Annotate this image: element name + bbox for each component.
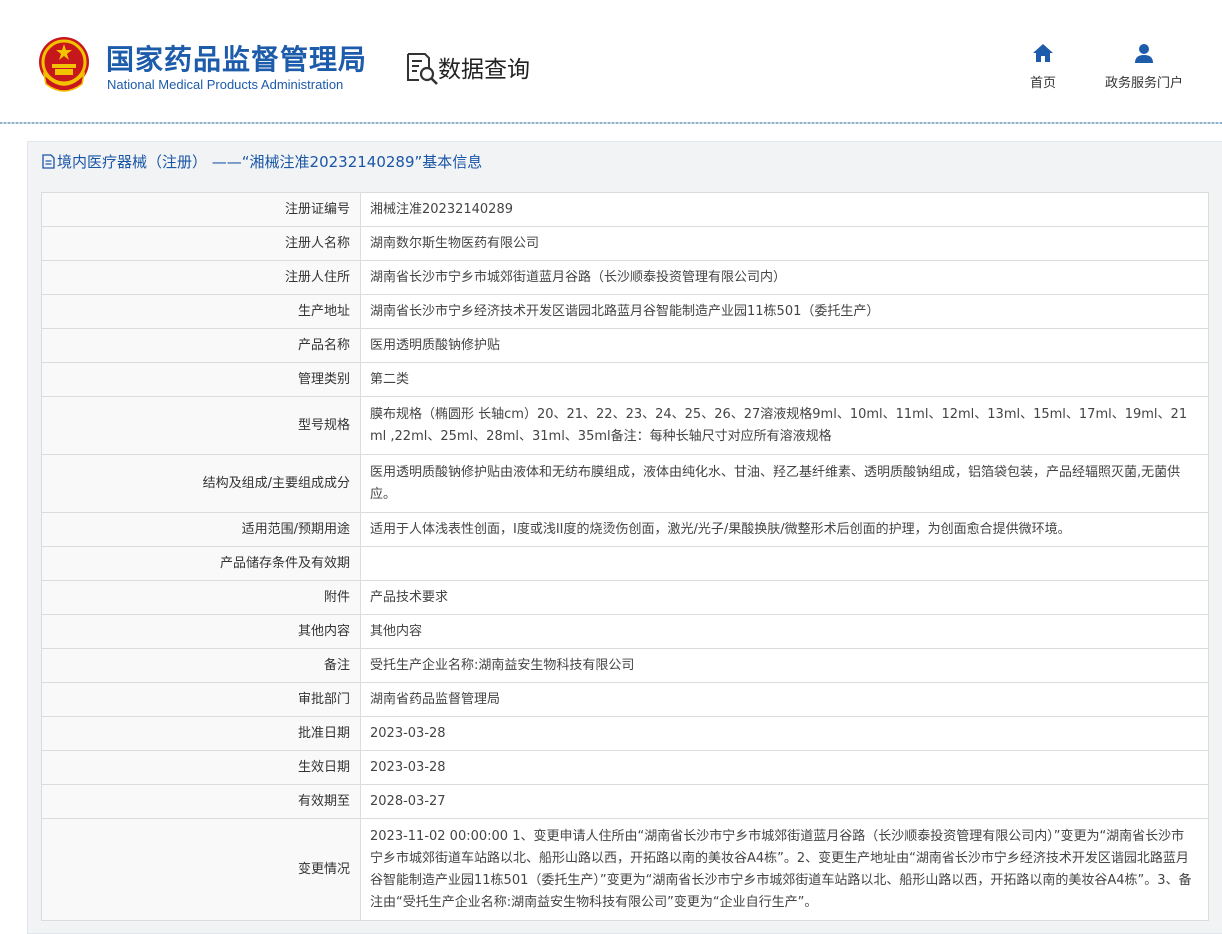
table-row: 注册人名称 湖南数尔斯生物医药有限公司: [41, 226, 1209, 261]
field-value: 受托生产企业名称:湖南益安生物科技有限公司: [360, 648, 1209, 683]
field-value: 湖南省药品监督管理局: [360, 682, 1209, 717]
nav-home[interactable]: 首页: [1024, 42, 1062, 91]
field-label: 管理类别: [41, 362, 361, 397]
table-row: 备注 受托生产企业名称:湖南益安生物科技有限公司: [41, 648, 1209, 683]
field-label: 有效期至: [41, 784, 361, 819]
data-query-icon: [407, 53, 438, 85]
field-value: 膜布规格（椭圆形 长轴cm）20、21、22、23、24、25、26、27溶液规…: [360, 396, 1209, 455]
site-header: 国家药品监督管理局 National Medical Products Admi…: [0, 0, 1222, 124]
field-value: 第二类: [360, 362, 1209, 397]
info-table: 注册证编号 湘械注准20232140289 注册人名称 湖南数尔斯生物医药有限公司 注册…: [41, 192, 1209, 921]
field-label: 适用范围/预期用途: [41, 512, 361, 547]
table-row: 型号规格 膜布规格（椭圆形 长轴cm）20、21、22、23、24、25、26、2…: [41, 396, 1209, 455]
table-row: 其他内容 其他内容: [41, 614, 1209, 649]
field-label: 产品储存条件及有效期: [41, 546, 361, 581]
header-divider: [0, 122, 1222, 124]
table-row: 生效日期 2023-03-28: [41, 750, 1209, 785]
table-row: 结构及组成/主要组成成分 医用透明质酸钠修护贴由液体和无纺布膜组成，液体由纯化水、…: [41, 454, 1209, 513]
field-value: 医用透明质酸钠修护贴: [360, 328, 1209, 363]
field-label: 注册人名称: [41, 226, 361, 261]
nav-service-portal-label: 政务服务门户: [1104, 76, 1183, 91]
home-icon: [1033, 44, 1053, 62]
field-label: 批准日期: [41, 716, 361, 751]
user-icon: [1135, 44, 1153, 63]
national-emblem-icon: [39, 37, 89, 92]
nav-service-portal[interactable]: 政务服务门户: [1096, 42, 1192, 91]
field-value: 其他内容: [360, 614, 1209, 649]
field-value: 湘械注准20232140289: [360, 192, 1209, 227]
field-label: 审批部门: [41, 682, 361, 717]
table-row: 批准日期 2023-03-28: [41, 716, 1209, 751]
table-row: 注册人住所 湖南省长沙市宁乡市城郊街道蓝月谷路（长沙顺泰投资管理有限公司内）: [41, 260, 1209, 295]
field-label: 备注: [41, 648, 361, 683]
page-title: 数据查询: [438, 57, 530, 83]
table-row: 审批部门 湖南省药品监督管理局: [41, 682, 1209, 717]
table-row: 变更情况 2023-11-02 00:00:00 1、变更申请人住所由“湖南省长沙…: [41, 818, 1209, 921]
org-name-en: National Medical Products Administration: [107, 77, 344, 92]
table-row: 适用范围/预期用途 适用于人体浅表性创面，I度或浅II度的烧烫伤创面，激光/光子/…: [41, 512, 1209, 547]
field-value: 医用透明质酸钠修护贴由液体和无纺布膜组成，液体由纯化水、甘油、羟乙基纤维素、透明…: [360, 454, 1209, 513]
field-label: 注册人住所: [41, 260, 361, 295]
field-value: 2028-03-27: [360, 784, 1209, 819]
field-label: 产品名称: [41, 328, 361, 363]
field-value: 2023-03-28: [360, 750, 1209, 785]
field-value: 湖南省长沙市宁乡市城郊街道蓝月谷路（长沙顺泰投资管理有限公司内）: [360, 260, 1209, 295]
field-label: 生产地址: [41, 294, 361, 329]
field-value: 产品技术要求: [360, 580, 1209, 615]
field-value: 适用于人体浅表性创面，I度或浅II度的烧烫伤创面，激光/光子/果酸换肤/微整形术…: [360, 512, 1209, 547]
field-value: [360, 546, 1209, 581]
table-row: 生产地址 湖南省长沙市宁乡经济技术开发区谐园北路蓝月谷智能制造产业园11栋501（…: [41, 294, 1209, 329]
table-row: 产品储存条件及有效期: [41, 546, 1209, 581]
field-label: 变更情况: [41, 818, 361, 921]
table-row: 附件 产品技术要求: [41, 580, 1209, 615]
table-row: 管理类别 第二类: [41, 362, 1209, 397]
panel-title-text: 境内医疗器械（注册） ——“湘械注准20232140289”基本信息: [57, 153, 483, 171]
field-label: 型号规格: [41, 396, 361, 455]
panel-title: 境内医疗器械（注册） ——“湘械注准20232140289”基本信息: [42, 151, 482, 172]
table-row: 有效期至 2028-03-27: [41, 784, 1209, 819]
table-row: 产品名称 医用透明质酸钠修护贴: [41, 328, 1209, 363]
field-value: 2023-03-28: [360, 716, 1209, 751]
field-value: 湖南省长沙市宁乡经济技术开发区谐园北路蓝月谷智能制造产业园11栋501（委托生产…: [360, 294, 1209, 329]
field-label: 结构及组成/主要组成成分: [41, 454, 361, 513]
org-name-cn: 国家药品监督管理局: [106, 43, 368, 76]
table-row: 注册证编号 湘械注准20232140289: [41, 192, 1209, 227]
nav-home-label: 首页: [1029, 76, 1056, 91]
field-label: 生效日期: [41, 750, 361, 785]
field-label: 其他内容: [41, 614, 361, 649]
field-value: 2023-11-02 00:00:00 1、变更申请人住所由“湖南省长沙市宁乡市…: [360, 818, 1209, 921]
field-value: 湖南数尔斯生物医药有限公司: [360, 226, 1209, 261]
field-label: 注册证编号: [41, 192, 361, 227]
field-label: 附件: [41, 580, 361, 615]
document-icon: [42, 154, 55, 169]
